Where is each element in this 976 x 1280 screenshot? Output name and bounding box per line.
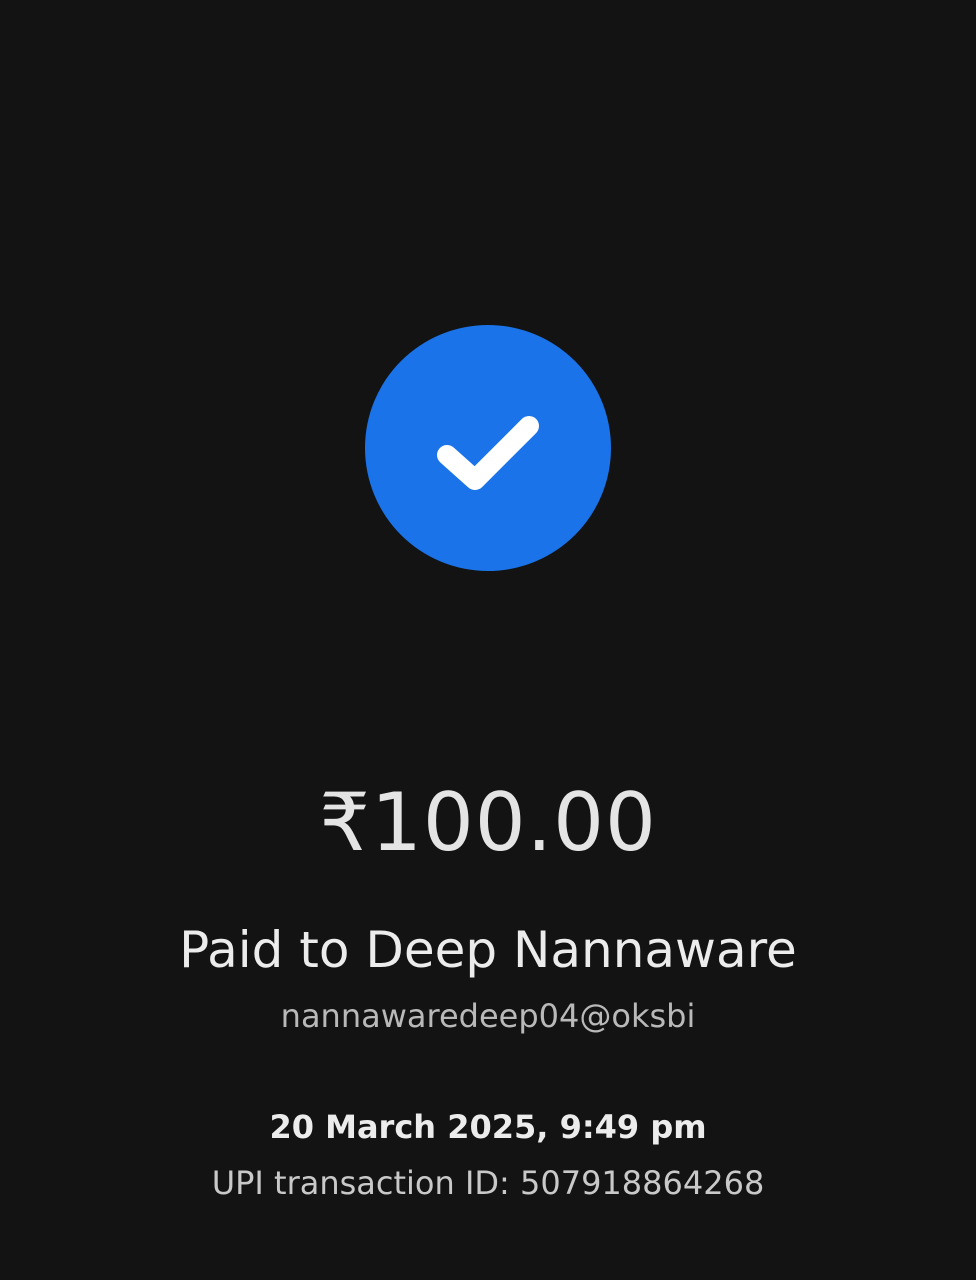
success-badge [365,325,611,571]
payee-name: Paid to Deep Nannaware [179,921,797,979]
checkmark-icon [437,416,539,490]
transaction-datetime: 20 March 2025, 9:49 pm [269,1108,707,1146]
transaction-id: UPI transaction ID: 507918864268 [211,1164,765,1202]
payee-upi-id: nannawaredeep04@oksbi [280,997,696,1035]
payment-amount: ₹100.00 [319,776,657,869]
